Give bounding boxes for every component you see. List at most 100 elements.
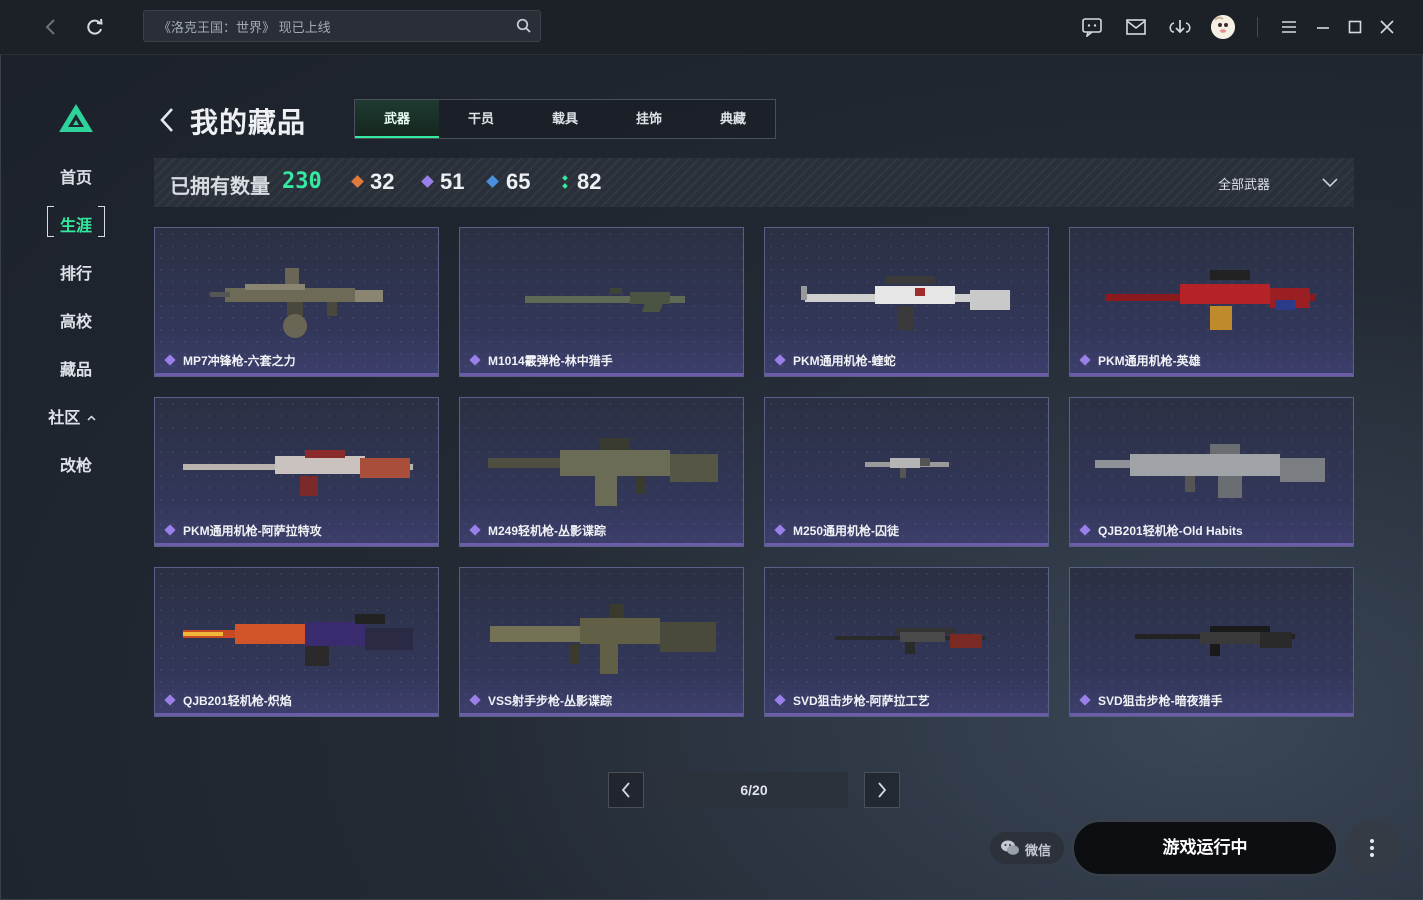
rarity-icon	[164, 524, 176, 536]
mail-icon[interactable]	[1123, 14, 1149, 40]
more-vertical-icon	[1370, 839, 1374, 857]
rarity-icon	[1079, 354, 1091, 366]
search-bar[interactable]	[143, 10, 541, 43]
purple-rarity-count: 51	[440, 169, 465, 194]
chevron-up-icon	[87, 415, 96, 421]
sidebar-item-home[interactable]: 首页	[47, 164, 105, 188]
tab-charms[interactable]: 挂饰	[607, 100, 691, 138]
weapon-name: QJB201轻机枪-Old Habits	[1098, 524, 1243, 538]
page-title: 我的藏品	[190, 107, 307, 138]
close-icon[interactable]	[1374, 14, 1400, 40]
weapon-name: M1014霰弹枪-林中猎手	[488, 354, 613, 368]
chevron-left-icon	[621, 782, 630, 798]
more-options-button[interactable]	[1345, 821, 1399, 875]
weapon-name: MP7冲锋枪-六套之力	[183, 354, 296, 368]
category-tabs: 武器 干员 载具 挂饰 典藏	[354, 99, 776, 139]
chevron-down-icon[interactable]	[1322, 175, 1338, 193]
owned-count-total: 230	[282, 169, 322, 194]
weapon-card[interactable]: MP7冲锋枪-六套之力	[154, 227, 439, 377]
wechat-button[interactable]: 微信	[990, 832, 1064, 864]
weapon-image	[801, 276, 1010, 330]
page-indicator: 6/20	[660, 772, 848, 808]
rarity-icon	[469, 694, 481, 706]
wechat-icon	[1001, 840, 1019, 855]
tab-vehicles[interactable]: 载具	[523, 100, 607, 138]
weapon-filter-dropdown[interactable]: 全部武器	[1218, 174, 1270, 193]
chat-icon[interactable]	[1079, 14, 1105, 40]
weapon-image	[183, 450, 413, 496]
green-rarity-icon	[562, 175, 568, 194]
weapon-card[interactable]: PKM通用机枪-蝰蛇	[764, 227, 1049, 377]
weapon-card[interactable]: QJB201轻机枪-炽焰	[154, 567, 439, 717]
weapon-card[interactable]: PKM通用机枪-阿萨拉特攻	[154, 397, 439, 547]
weapon-name: M250通用机枪-囚徒	[793, 524, 900, 538]
weapon-image	[488, 438, 718, 506]
user-avatar[interactable]	[1211, 15, 1235, 39]
chevron-right-icon	[878, 782, 887, 798]
weapon-image	[490, 604, 716, 674]
collection-stats-bar: 已拥有数量 230 32 51 65 82 全部武器	[154, 158, 1354, 207]
search-icon[interactable]	[516, 18, 532, 39]
next-page-button[interactable]	[864, 772, 900, 808]
weapon-image	[525, 288, 685, 312]
sidebar-item-ranking[interactable]: 排行	[47, 260, 105, 284]
back-nav-icon[interactable]	[38, 14, 64, 40]
maximize-icon[interactable]	[1342, 14, 1368, 40]
tab-operators[interactable]: 干员	[439, 100, 523, 138]
weapon-image	[1095, 444, 1325, 498]
blue-rarity-icon	[486, 175, 499, 188]
wechat-label: 微信	[1025, 843, 1052, 858]
menu-icon[interactable]	[1276, 14, 1302, 40]
weapon-name: PKM通用机枪-蝰蛇	[793, 354, 896, 368]
sidebar-item-community[interactable]: 社区	[43, 404, 101, 428]
rarity-icon	[1079, 524, 1091, 536]
weapon-card[interactable]: M1014霰弹枪-林中猎手	[459, 227, 744, 377]
weapon-image	[835, 628, 985, 654]
rarity-icon	[469, 524, 481, 536]
rarity-icon	[164, 354, 176, 366]
sidebar-item-label: 社区	[48, 410, 81, 427]
game-running-button[interactable]: 游戏运行中	[1072, 820, 1338, 876]
tab-collector[interactable]: 典藏	[691, 100, 775, 138]
refresh-icon[interactable]	[82, 14, 108, 40]
weapon-name: PKM通用机枪-英雄	[1098, 354, 1201, 368]
weapon-card[interactable]: VSS射手步枪-丛影谍踪	[459, 567, 744, 717]
weapon-card[interactable]: M249轻机枪-丛影谍踪	[459, 397, 744, 547]
app-logo	[58, 103, 94, 138]
weapon-image	[1105, 270, 1315, 330]
purple-rarity-icon	[421, 175, 434, 188]
weapon-image	[865, 458, 949, 478]
title-bar	[0, 0, 1423, 55]
sidebar-item-college[interactable]: 高校	[47, 308, 105, 332]
weapon-image	[210, 268, 383, 338]
sidebar-item-gunsmith[interactable]: 改枪	[47, 452, 105, 476]
rarity-icon	[774, 354, 786, 366]
weapon-name: SVD狙击步枪-阿萨拉工艺	[793, 694, 930, 708]
download-icon[interactable]	[1167, 14, 1193, 40]
weapon-image	[1135, 626, 1295, 656]
green-rarity-count: 82	[577, 169, 602, 194]
weapon-card[interactable]: QJB201轻机枪-Old Habits	[1069, 397, 1354, 547]
orange-rarity-count: 32	[370, 169, 395, 194]
weapon-name: VSS射手步枪-丛影谍踪	[488, 694, 613, 708]
back-button[interactable]	[158, 107, 176, 138]
weapon-card[interactable]: M250通用机枪-囚徒	[764, 397, 1049, 547]
prev-page-button[interactable]	[608, 772, 644, 808]
weapon-card[interactable]: PKM通用机枪-英雄	[1069, 227, 1354, 377]
blue-rarity-count: 65	[506, 169, 531, 194]
rarity-icon	[1079, 694, 1091, 706]
rarity-icon	[774, 524, 786, 536]
rarity-icon	[164, 694, 176, 706]
weapon-card[interactable]: SVD狙击步枪-暗夜猎手	[1069, 567, 1354, 717]
rarity-icon	[469, 354, 481, 366]
weapon-name: SVD狙击步枪-暗夜猎手	[1098, 694, 1223, 708]
sidebar-item-collection[interactable]: 藏品	[47, 356, 105, 380]
tab-weapons[interactable]: 武器	[355, 100, 439, 138]
rarity-icon	[774, 694, 786, 706]
weapon-card[interactable]: SVD狙击步枪-阿萨拉工艺	[764, 567, 1049, 717]
search-input[interactable]	[156, 11, 510, 43]
minimize-icon[interactable]	[1310, 14, 1336, 40]
weapon-name: QJB201轻机枪-炽焰	[183, 694, 292, 708]
sidebar-item-career[interactable]: 生涯	[47, 212, 105, 236]
owned-count-label: 已拥有数量	[170, 176, 270, 198]
